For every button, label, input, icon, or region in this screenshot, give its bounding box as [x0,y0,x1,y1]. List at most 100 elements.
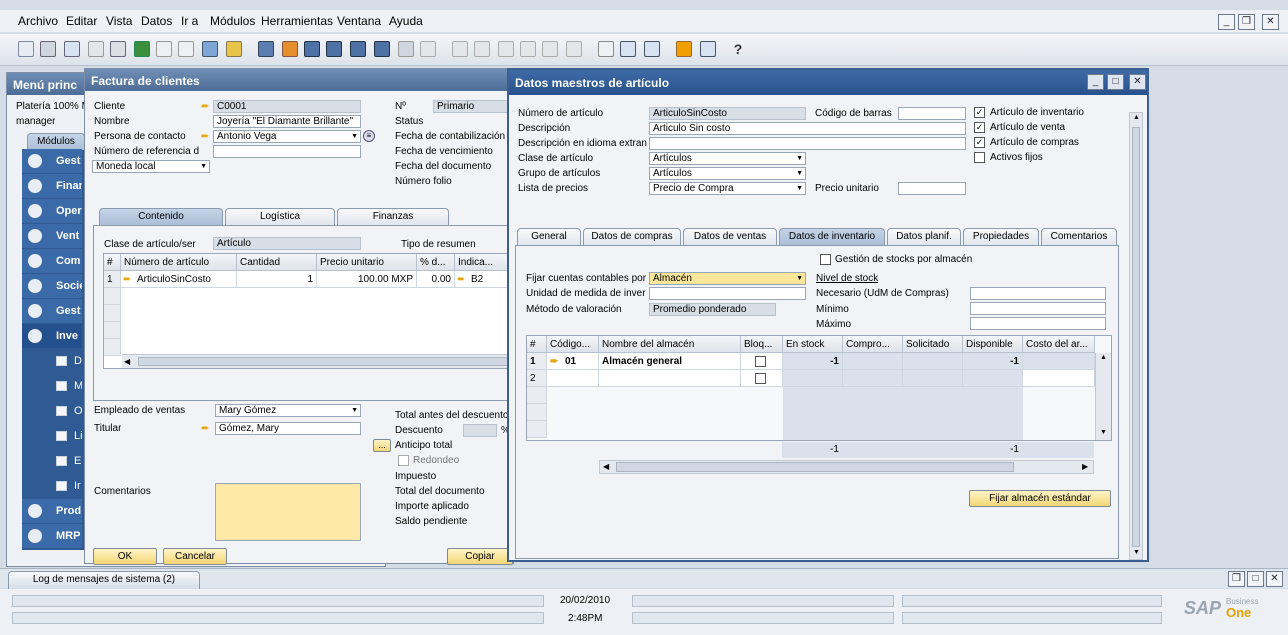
descripcion-field[interactable]: Articulo Sin costo [649,122,966,135]
codigo-barras-field[interactable] [898,107,966,120]
row-number[interactable] [104,322,121,339]
blocked-cell[interactable] [741,353,783,370]
discount-cell[interactable]: 0.00 [417,271,455,288]
close-icon[interactable]: ✕ [1266,571,1283,587]
precio-unitario-field[interactable] [898,182,966,195]
word-icon[interactable] [156,41,172,57]
find-icon[interactable] [258,41,274,57]
grupo-articulos-dropdown[interactable]: Artículos [649,167,806,180]
side-item-ventas[interactable]: Vent [22,224,82,248]
side-item-finanzas[interactable]: Finan [22,174,82,198]
print-icon[interactable] [40,41,56,57]
journal-icon[interactable] [498,41,514,57]
restore-icon[interactable]: ❐ [1238,14,1255,30]
nombre-field[interactable]: Joyería "El Diamante Brillante" [213,115,361,128]
clase-articulo-dropdown[interactable]: Artículos [649,152,806,165]
lista-precios-dropdown[interactable]: Precio de Compra [649,182,806,195]
last-record-icon[interactable] [374,41,390,57]
copy-to-button[interactable]: Copiar [447,548,513,565]
scroll-left-icon[interactable]: ◀ [603,462,609,471]
help-icon[interactable]: ? [730,41,746,57]
maximize-icon[interactable]: □ [1247,571,1264,587]
link-arrow-icon[interactable]: ➨ [550,357,563,367]
warehouse-code-cell[interactable] [547,370,599,387]
nro-series-field[interactable]: Primario [433,100,513,113]
sub-item-4[interactable]: Li [22,424,82,448]
fijar-almacen-button[interactable]: Fijar almacén estándar [969,490,1111,507]
scrollbar-thumb[interactable] [1132,127,1140,547]
side-item-inventario[interactable]: Inve [22,324,82,348]
venta-checkbox[interactable]: ✓ [974,122,985,133]
empleado-dropdown[interactable]: Mary Gómez [215,404,361,417]
scroll-up-icon[interactable]: ▲ [1133,114,1140,121]
titular-field[interactable]: Gómez, Mary [215,422,361,435]
window-vertical-scrollbar[interactable]: ▲ ▼ [1129,112,1143,560]
fax-icon[interactable] [110,41,126,57]
first-record-icon[interactable] [304,41,320,57]
row-number[interactable]: 1 [104,271,121,288]
menu-archivo[interactable]: Archivo [18,14,58,28]
volume-weight-icon[interactable] [542,41,558,57]
drag-relate-icon[interactable] [202,41,218,57]
tax-code-cell[interactable]: ➨ B2 [455,271,514,288]
row-number[interactable] [104,339,121,356]
anticipo-select-button[interactable]: ... [373,439,391,452]
descuento-pct-field[interactable] [463,424,497,437]
minimize-icon[interactable]: _ [1218,14,1235,30]
sub-item-3[interactable]: O [22,399,82,423]
price-cell[interactable]: 100.00 MXP [317,271,417,288]
menu-editar[interactable]: Editar [66,14,97,28]
grid-header[interactable]: # [527,336,547,353]
gestion-stocks-checkbox[interactable] [820,254,831,265]
blocked-checkbox[interactable] [755,356,766,367]
contacto-dropdown[interactable]: Antonio Vega [213,130,361,143]
warehouse-code-cell[interactable]: ➨ 01 [547,353,599,370]
menu-modulos[interactable]: Módulos [210,14,255,28]
side-item-compras[interactable]: Com [22,249,82,273]
maximo-field[interactable] [970,317,1106,330]
maximize-icon[interactable]: □ [1107,74,1124,90]
menu-ayuda[interactable]: Ayuda [389,14,423,28]
log-tab[interactable]: Log de mensajes de sistema (2) [8,571,200,589]
contact-details-icon[interactable]: ≡ [363,130,375,142]
blocked-checkbox[interactable] [755,373,766,384]
email-icon[interactable] [64,41,80,57]
link-arrow-icon[interactable]: ➨ [123,275,136,285]
grid-header[interactable]: Nombre del almacén [599,336,741,353]
warehouse-name-cell[interactable] [599,370,741,387]
side-item-operaciones[interactable]: Oper [22,199,82,223]
grid-header[interactable]: En stock [783,336,843,353]
scroll-up-icon[interactable]: ▲ [1100,354,1107,361]
moneda-dropdown[interactable]: Moneda local [92,160,210,173]
pdf-icon[interactable] [178,41,194,57]
scroll-down-icon[interactable]: ▼ [1133,549,1140,556]
comentarios-textarea[interactable] [215,483,361,541]
filter-icon[interactable] [398,41,414,57]
cancel-button[interactable]: Cancelar [163,548,227,565]
grid-header[interactable]: Precio unitario [317,254,417,271]
referencia-field[interactable] [213,145,361,158]
row-number[interactable] [104,288,121,305]
tab-datos-compras[interactable]: Datos de compras [583,228,681,246]
item-code-cell[interactable]: ➨ ArticuloSinCosto [121,271,237,288]
add-icon[interactable] [282,41,298,57]
metodo-valoracion-field[interactable]: Promedio ponderado [649,303,776,316]
activos-fijos-checkbox[interactable] [974,152,985,163]
query-wizard-icon[interactable] [644,41,660,57]
side-item-gestion[interactable]: Gest [22,149,82,173]
menu-datos[interactable]: Datos [141,14,172,28]
warehouse-name-cell[interactable]: Almacén general [599,353,741,370]
tab-propiedades[interactable]: Propiedades [963,228,1039,246]
scrollbar-thumb[interactable] [138,357,518,366]
necesario-field[interactable] [970,287,1106,300]
target-document-icon[interactable] [474,41,490,57]
close-icon[interactable]: ✕ [1129,74,1146,90]
tab-general[interactable]: General [517,228,581,246]
sub-item-6[interactable]: Ir [22,474,82,498]
numero-articulo-field[interactable]: ArticuloSinCosto [649,107,806,120]
scroll-right-icon[interactable]: ▶ [1082,462,1088,471]
grid-header[interactable]: % d... [417,254,455,271]
scroll-left-icon[interactable]: ◀ [124,357,130,366]
tab-datos-planif[interactable]: Datos planif. [887,228,961,246]
restore-icon[interactable]: ❐ [1228,571,1245,587]
